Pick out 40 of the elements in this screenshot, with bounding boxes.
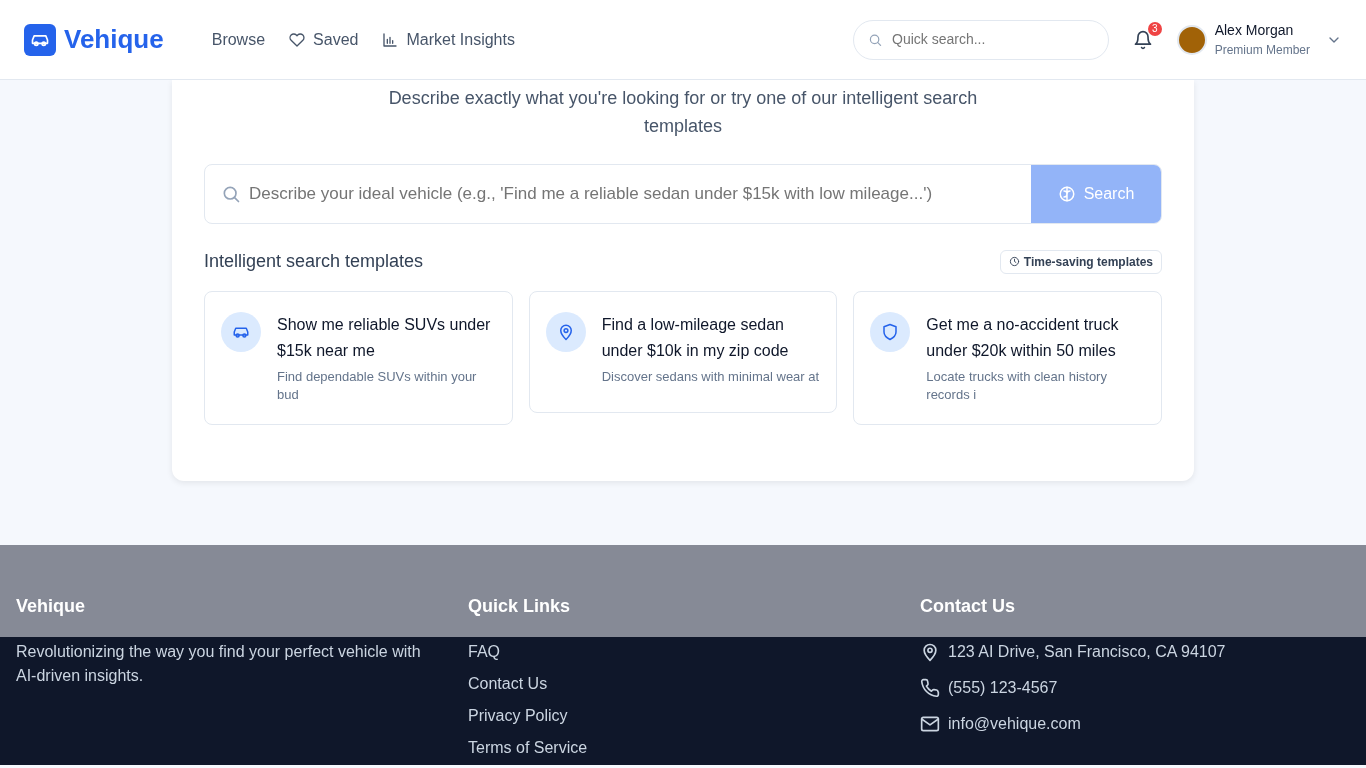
template-description: Find dependable SUVs within your bud <box>277 368 478 404</box>
nav-link[interactable]: Saved <box>313 27 359 52</box>
notification-count: 3 <box>1148 21 1162 36</box>
template-card[interactable]: Show me reliable SUVs under $15k near me Find dependable SUVs within your bud <box>204 291 513 425</box>
template-card[interactable]: Get me a no-accident truck under $20k within 50 miles Locate trucks with clean history records i <box>853 291 1162 425</box>
tag: Time-saving templates <box>999 249 1162 274</box>
user-name: Alex Morgan <box>1214 21 1295 40</box>
contact-info: 123 AI Drive, San Francisco, CA 94107 <box>948 642 1226 662</box>
contact-info: info@vehique.com <box>948 714 1081 734</box>
avatar <box>1176 24 1207 55</box>
phone-icon <box>920 678 940 698</box>
mail-icon <box>920 714 940 734</box>
template-description: Discover sedans with minimal wear at <box>601 368 821 386</box>
template-description: Locate trucks with clean history records i <box>926 368 1108 404</box>
template-title: Get me a no-accident truck under $20k within 50 miles <box>926 315 1120 361</box>
template-title: Find a low-mileage sedan under $10k in my zip code <box>601 315 790 361</box>
footer-heading: Quick Links <box>468 595 572 618</box>
bell-icon[interactable] <box>1132 29 1153 50</box>
footer-heading: Vehique <box>16 595 87 618</box>
map-pin-icon <box>920 642 940 662</box>
bar-chart-icon <box>382 31 399 48</box>
footer-text: Revolutionizing the way you find your perfect vehicle with AI-driven insights. <box>16 642 422 686</box>
footer-link[interactable]: Privacy Policy <box>468 707 568 724</box>
template-card[interactable]: Find a low-mileage sedan under $10k in my zip code Discover sedans with minimal wear at <box>528 291 838 413</box>
footer-heading: Contact Us <box>920 595 1016 618</box>
template-title: Show me reliable SUVs under $15k near me <box>277 315 492 361</box>
clock-icon <box>1008 256 1020 267</box>
user-role: Premium Member <box>1214 42 1310 59</box>
shield-icon <box>881 323 900 341</box>
heart-icon <box>289 31 306 48</box>
brand-name[interactable]: Vehique <box>64 20 164 59</box>
contact-info: (555) 123-4567 <box>948 678 1058 698</box>
subtitle: Describe exactly what you're looking for or try one of our intelligent search templates <box>387 87 979 138</box>
nav-link[interactable]: Browse <box>211 27 266 52</box>
footer-link[interactable]: Terms of Service <box>468 739 588 756</box>
footer-link[interactable]: Contact Us <box>468 675 548 692</box>
nav-link[interactable]: Market Insights <box>406 27 515 52</box>
search-icon <box>221 184 241 204</box>
section-title: Intelligent search templates <box>204 250 424 273</box>
footer-link[interactable]: FAQ <box>468 643 500 660</box>
